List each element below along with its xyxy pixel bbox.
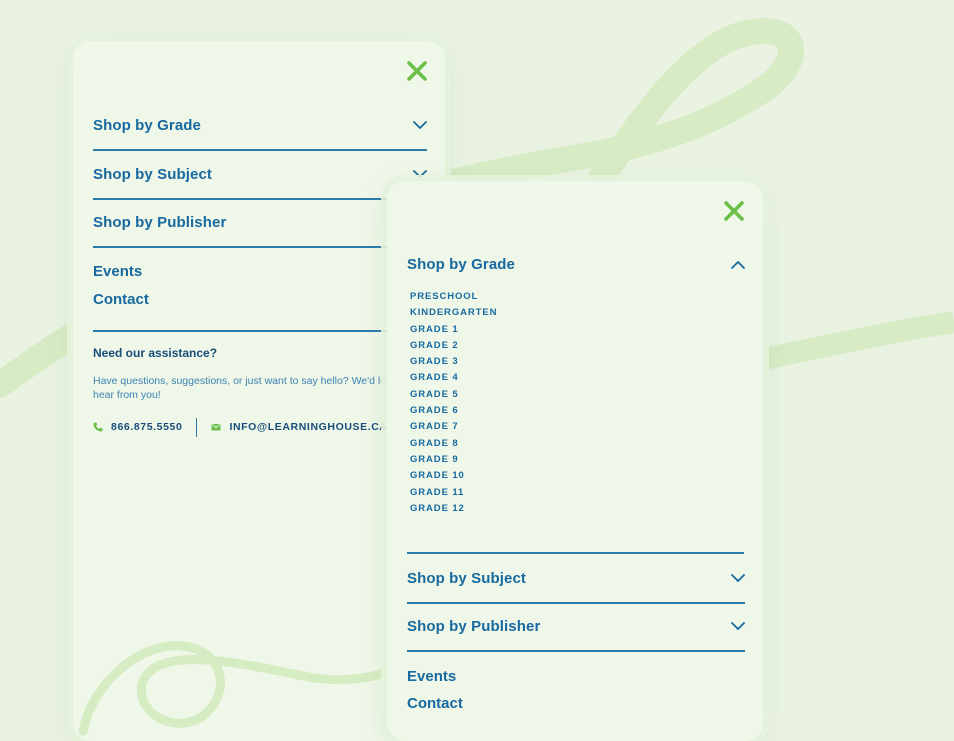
nav-link-contact[interactable]: Contact	[93, 291, 149, 308]
nav-shop-by-publisher[interactable]: Shop by Publisher	[93, 198, 427, 248]
submenu-item[interactable]: PRESCHOOL	[410, 289, 497, 305]
nav-link-events[interactable]: Events	[93, 263, 142, 280]
assistance-title: Need our assistance?	[93, 346, 218, 360]
phone-icon	[93, 422, 103, 432]
submenu-item[interactable]: GRADE 1	[410, 322, 497, 338]
envelope-icon	[211, 422, 221, 432]
submenu-item[interactable]: GRADE 3	[410, 354, 497, 370]
nav-label: Shop by Publisher	[93, 213, 227, 231]
nav-label: Shop by Subject	[93, 165, 213, 183]
submenu-item[interactable]: GRADE 5	[410, 387, 497, 403]
phone-link[interactable]: 866.875.5550	[93, 421, 182, 433]
close-x-icon	[407, 61, 427, 81]
nav-link-contact[interactable]: Contact	[407, 695, 463, 712]
contact-info: 866.875.5550 INFO@LEARNINGHOUSE.CA	[93, 417, 388, 437]
contact-separator	[196, 417, 198, 437]
submenu-item[interactable]: GRADE 12	[410, 501, 497, 517]
close-menu-button[interactable]	[404, 58, 430, 84]
nav-shop-by-grade[interactable]: Shop by Grade	[93, 101, 427, 151]
phone-number: 866.875.5550	[111, 421, 183, 433]
submenu-item[interactable]: GRADE 9	[410, 452, 497, 468]
chevron-down-icon	[731, 621, 745, 631]
nav-shop-by-publisher[interactable]: Shop by Publisher	[407, 602, 745, 652]
close-x-icon	[724, 201, 744, 221]
chevron-down-icon	[413, 169, 427, 179]
nav-label: Shop by Grade	[93, 116, 201, 134]
chevron-down-icon	[413, 120, 427, 130]
close-menu-button[interactable]	[721, 198, 747, 224]
nav-label: Shop by Publisher	[407, 617, 541, 635]
assistance-text: Have questions, suggestions, or just wan…	[93, 375, 409, 401]
mobile-menu-expanded: Shop by Grade PRESCHOOL KINDERGARTEN GRA…	[387, 181, 763, 741]
submenu-item[interactable]: GRADE 7	[410, 419, 497, 435]
chevron-down-icon	[731, 573, 745, 583]
nav-shop-by-grade-open[interactable]: Shop by Grade	[407, 240, 745, 288]
submenu-item[interactable]: GRADE 10	[410, 468, 497, 484]
grade-submenu: PRESCHOOL KINDERGARTEN GRADE 1 GRADE 2 G…	[410, 289, 497, 517]
chevron-up-icon	[731, 259, 745, 269]
email-address: INFO@LEARNINGHOUSE.CA	[229, 421, 388, 433]
submenu-item[interactable]: GRADE 4	[410, 370, 497, 386]
submenu-item[interactable]: GRADE 8	[410, 436, 497, 452]
nav-label: Shop by Subject	[407, 569, 527, 587]
submenu-item[interactable]: GRADE 11	[410, 485, 497, 501]
submenu-item[interactable]: KINDERGARTEN	[410, 305, 497, 321]
email-link[interactable]: INFO@LEARNINGHOUSE.CA	[211, 421, 387, 433]
nav-shop-by-subject[interactable]: Shop by Subject	[407, 554, 745, 604]
submenu-item[interactable]: GRADE 2	[410, 338, 497, 354]
submenu-item[interactable]: GRADE 6	[410, 403, 497, 419]
nav-label: Shop by Grade	[407, 255, 515, 273]
nav-link-events[interactable]: Events	[407, 668, 456, 685]
nav-shop-by-subject[interactable]: Shop by Subject	[93, 150, 427, 200]
